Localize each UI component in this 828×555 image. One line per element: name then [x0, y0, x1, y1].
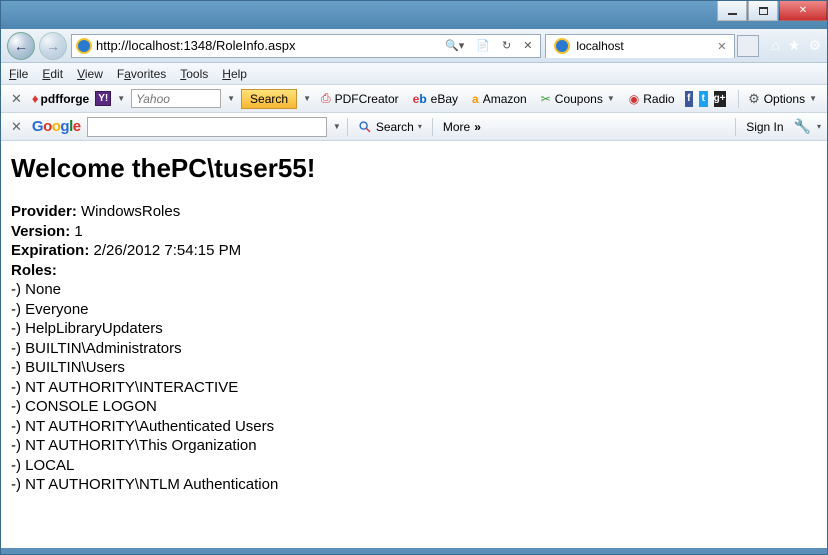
new-tab-button[interactable]: [737, 35, 759, 57]
close-toolbar-a-button[interactable]: ✕: [7, 91, 26, 107]
coupons-button[interactable]: ✂Coupons▼: [537, 92, 619, 106]
version-line: Version: 1: [11, 222, 817, 242]
role-item: -) CONSOLE LOGON: [11, 397, 817, 417]
roles-label: Roles:: [11, 261, 817, 281]
amazon-button[interactable]: aAmazon: [468, 92, 531, 106]
pdf-icon: ⎙: [321, 91, 331, 106]
radio-icon: ◉: [629, 92, 639, 106]
amazon-icon: a: [472, 92, 479, 106]
tab-strip: localhost ✕: [545, 34, 759, 58]
role-item: -) NT AUTHORITY\This Organization: [11, 436, 817, 456]
googleplus-icon[interactable]: g+: [714, 91, 726, 107]
role-item: -) HelpLibraryUpdaters: [11, 319, 817, 339]
ebay-button[interactable]: ebeBay: [409, 92, 462, 106]
pdfcreator-button[interactable]: ⎙PDFCreator: [317, 91, 403, 106]
provider-line: Provider: WindowsRoles: [11, 202, 817, 222]
pdfforge-toolbar: ✕ ♦pdfforge Y! ▼ ▼ Search ▼ ⎙PDFCreator e…: [1, 85, 827, 113]
role-item: -) None: [11, 280, 817, 300]
role-item: -) Everyone: [11, 300, 817, 320]
page-heading: Welcome thePC\tuser55!: [11, 153, 817, 184]
coupons-icon: ✂: [541, 92, 551, 106]
role-item: -) BUILTIN\Administrators: [11, 339, 817, 359]
menu-bar: File Edit View Favorites Tools Help: [1, 63, 827, 85]
titlebar: ✕: [1, 1, 827, 29]
role-item: -) NT AUTHORITY\Authenticated Users: [11, 417, 817, 437]
nav-toolbar: ← → http://localhost:1348/RoleInfo.aspx …: [1, 29, 827, 63]
ie-icon: [76, 38, 92, 54]
google-search-input[interactable]: [87, 117, 327, 137]
ebay-icon: eb: [413, 92, 427, 106]
minimize-button[interactable]: [717, 1, 747, 21]
chevron-down-icon: ▼: [607, 94, 615, 103]
google-logo[interactable]: Google: [32, 118, 81, 135]
close-tab-icon[interactable]: ✕: [717, 40, 726, 53]
address-url: http://localhost:1348/RoleInfo.aspx: [96, 38, 437, 53]
close-toolbar-b-button[interactable]: ✕: [7, 119, 26, 135]
chevron-down-icon[interactable]: ▼: [303, 94, 311, 103]
close-button[interactable]: ✕: [779, 1, 827, 21]
radio-button[interactable]: ◉Radio: [625, 92, 679, 106]
pdfforge-logo[interactable]: ♦pdfforge: [32, 91, 89, 106]
options-button[interactable]: ⚙Options▼: [744, 91, 821, 107]
maximize-button[interactable]: [748, 1, 778, 21]
stop-button[interactable]: ✕: [519, 39, 536, 52]
expiration-line: Expiration: 2/26/2012 7:54:15 PM: [11, 241, 817, 261]
header-icons: ⌂ ★ ⚙: [771, 37, 821, 54]
forward-button[interactable]: →: [39, 32, 67, 60]
chevron-down-icon: ▼: [809, 94, 817, 103]
refresh-button[interactable]: ↻: [498, 39, 515, 52]
separator: [735, 118, 736, 136]
yahoo-search-input[interactable]: [131, 89, 221, 108]
role-item: -) NT AUTHORITY\NTLM Authentication: [11, 475, 817, 495]
menu-favorites[interactable]: Favorites: [117, 67, 166, 81]
home-icon[interactable]: ⌂: [771, 37, 779, 54]
gear-icon: ⚙: [748, 91, 760, 107]
chevron-down-icon: ▾: [418, 122, 422, 131]
facebook-icon[interactable]: f: [685, 91, 693, 107]
chevron-down-icon[interactable]: ▼: [227, 94, 235, 103]
signin-button[interactable]: Sign In: [742, 120, 787, 134]
back-button[interactable]: ←: [7, 32, 35, 60]
roles-list: -) None-) Everyone-) HelpLibraryUpdaters…: [11, 280, 817, 495]
chevron-down-icon[interactable]: ▼: [117, 94, 125, 103]
separator: [738, 90, 739, 108]
separator: [432, 118, 433, 136]
more-button[interactable]: More »: [439, 120, 485, 134]
menu-help[interactable]: Help: [222, 67, 247, 81]
google-search-button[interactable]: Search▾: [354, 120, 426, 134]
address-bar[interactable]: http://localhost:1348/RoleInfo.aspx 🔍▾ 📄…: [71, 34, 541, 58]
separator: [347, 118, 348, 136]
search-dropdown-icon[interactable]: 🔍▾: [441, 39, 468, 52]
search-icon: [358, 120, 372, 134]
chevron-down-icon[interactable]: ▼: [333, 122, 341, 131]
flame-icon: ♦: [32, 91, 39, 106]
tools-icon[interactable]: ⚙: [808, 37, 821, 54]
yahoo-icon: Y!: [95, 91, 111, 106]
chevron-down-icon[interactable]: ▾: [817, 122, 821, 131]
wrench-icon[interactable]: 🔧: [794, 118, 811, 135]
google-toolbar: ✕ Google ▼ Search▾ More » Sign In 🔧 ▾: [1, 113, 827, 141]
search-button[interactable]: Search: [241, 89, 297, 109]
compat-view-icon[interactable]: 📄: [472, 39, 494, 52]
page-content: Welcome thePC\tuser55! Provider: Windows…: [1, 141, 827, 554]
role-item: -) NT AUTHORITY\INTERACTIVE: [11, 378, 817, 398]
menu-edit[interactable]: Edit: [42, 67, 63, 81]
favorites-icon[interactable]: ★: [788, 37, 801, 54]
ie-icon: [554, 38, 570, 54]
menu-file[interactable]: File: [9, 67, 28, 81]
twitter-icon[interactable]: t: [699, 91, 707, 107]
tab-localhost[interactable]: localhost ✕: [545, 34, 735, 58]
role-item: -) BUILTIN\Users: [11, 358, 817, 378]
menu-view[interactable]: View: [77, 67, 103, 81]
browser-window: ✕ ← → http://localhost:1348/RoleInfo.asp…: [0, 0, 828, 555]
role-item: -) LOCAL: [11, 456, 817, 476]
tab-title: localhost: [576, 39, 623, 53]
menu-tools[interactable]: Tools: [180, 67, 208, 81]
